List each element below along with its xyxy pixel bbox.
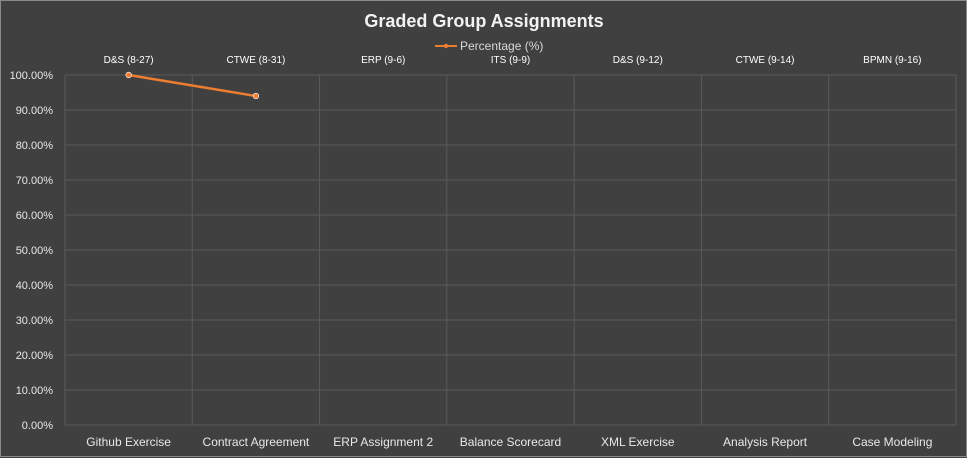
y-tick-label: 80.00% [16,140,54,152]
top-category-label: D&S (8-27) [104,55,154,66]
y-tick-label: 100.00% [10,70,54,82]
x-axis: Github Exercise Contract Agreement ERP Ass… [86,435,932,449]
x-tick-label: Case Modeling [852,435,932,449]
y-tick-label: 10.00% [16,385,54,397]
top-category-label: D&S (9-12) [613,55,663,66]
y-tick-label: 60.00% [16,210,54,222]
x-tick-label: Contract Agreement [203,435,310,449]
top-category-label: ERP (9-6) [361,55,405,66]
x-tick-label: Github Exercise [86,435,171,449]
y-tick-label: 40.00% [16,280,54,292]
x-tick-label: XML Exercise [601,435,675,449]
top-category-label: ITS (9-9) [491,55,530,66]
x-tick-label: Analysis Report [723,435,808,449]
y-tick-label: 50.00% [16,245,54,257]
top-category-label: CTWE (9-14) [736,55,795,66]
gridlines [64,74,957,426]
y-tick-label: 90.00% [16,105,54,117]
y-tick-label: 30.00% [16,315,54,327]
data-point [125,71,132,79]
chart-title: Graded Group Assignments [364,11,603,31]
chart-container: Graded Group Assignments Percentage (%) … [0,0,967,457]
legend-label: Percentage (%) [460,39,543,53]
data-point [252,92,260,100]
legend: Percentage (%) [435,39,543,53]
top-category-label: BPMN (9-16) [863,55,921,66]
top-category-label: CTWE (8-31) [226,55,285,66]
y-tick-label: 0.00% [22,420,53,432]
y-tick-label: 20.00% [16,350,54,362]
y-axis: 0.00% 10.00% 20.00% 30.00% 40.00% 50.00% 60.00… [10,70,54,432]
x-tick-label: ERP Assignment 2 [333,435,433,449]
legend-swatch-marker [443,43,449,49]
top-labels: D&S (8-27) CTWE (8-31) ERP (9-6) ITS (9-9) D… [104,55,922,66]
line-chart: Graded Group Assignments Percentage (%) … [10,11,957,449]
y-tick-label: 70.00% [16,175,54,187]
x-tick-label: Balance Scorecard [460,435,561,449]
